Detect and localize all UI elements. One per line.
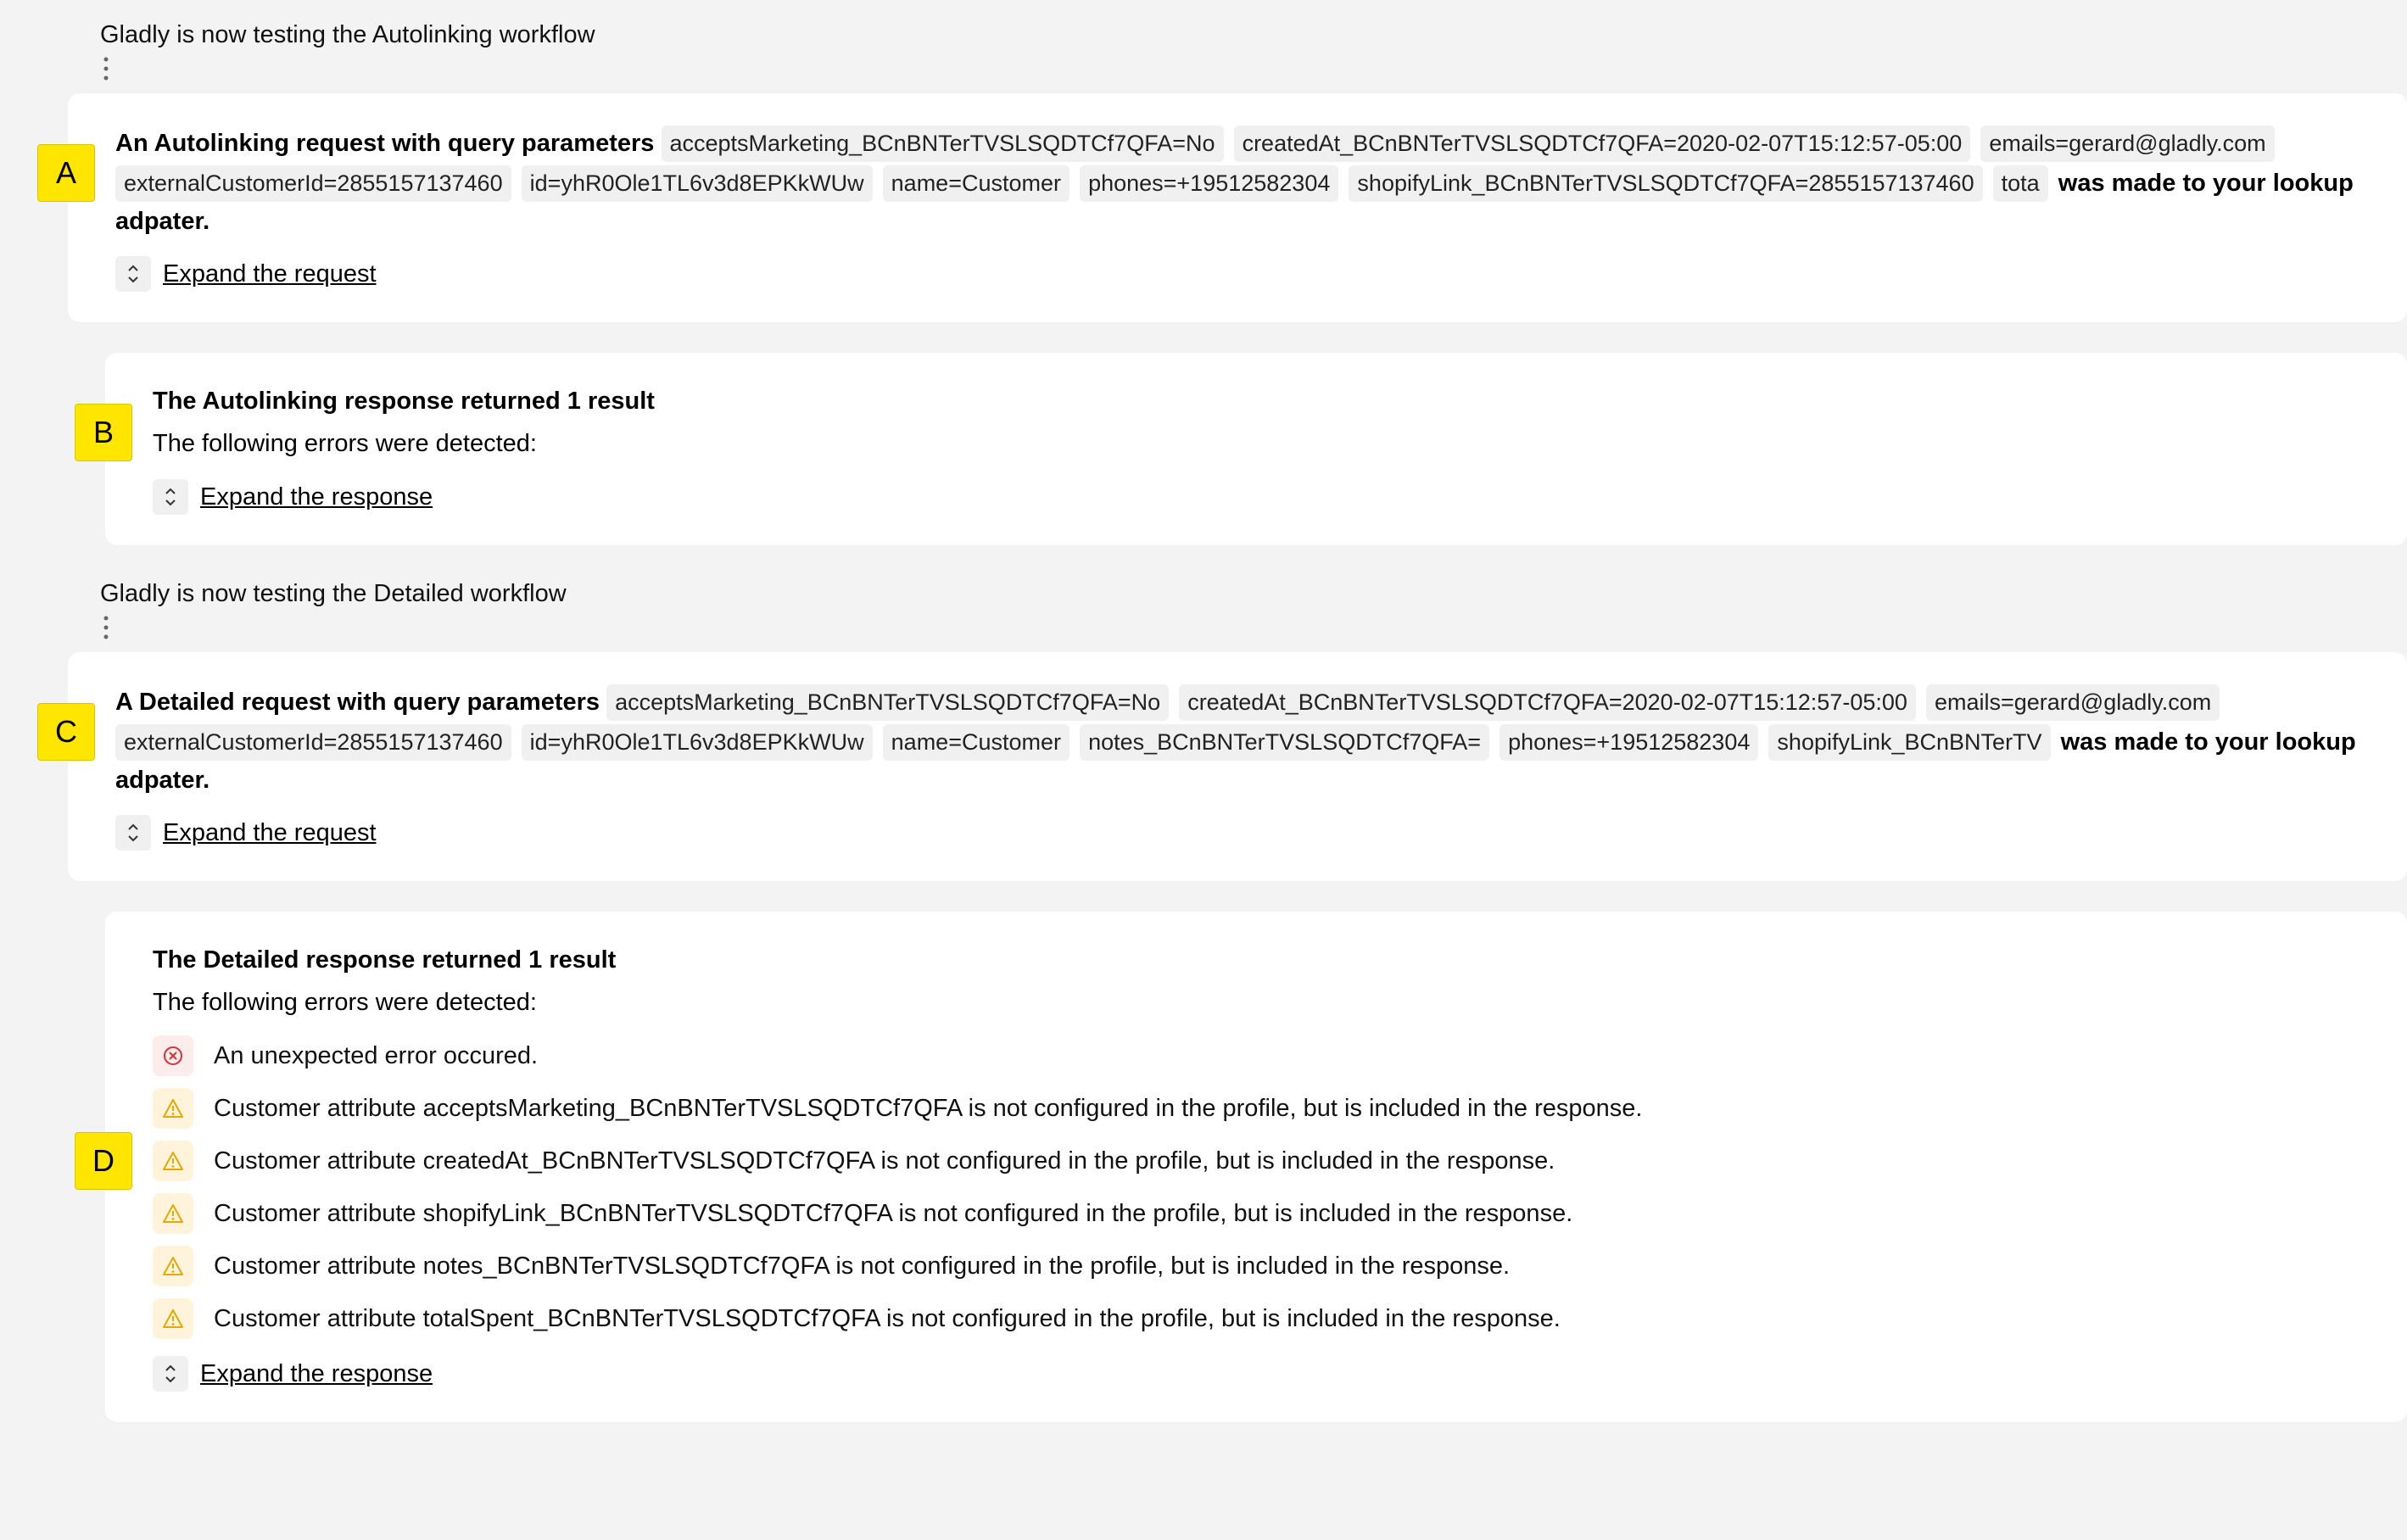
query-chip: externalCustomerId=2855157137460 xyxy=(115,165,511,202)
detailed-request-card: A Detailed request with query parameters… xyxy=(68,652,2407,881)
response-sub: The following errors were detected: xyxy=(153,426,2368,461)
expand-toggle-icon[interactable] xyxy=(153,479,188,515)
query-chip: name=Customer xyxy=(883,165,1069,202)
expand-response-link[interactable]: Expand the response xyxy=(200,1356,433,1392)
autolink-request-card: An Autolinking request with query parame… xyxy=(68,93,2407,322)
response-sub: The following errors were detected: xyxy=(153,985,2368,1020)
more-dots-icon xyxy=(17,615,2407,640)
query-chip: notes_BCnBNTerTVSLSQDTCf7QFA= xyxy=(1080,724,1489,761)
warning-icon xyxy=(153,1088,193,1129)
query-chip: acceptsMarketing_BCnBNTerTVSLSQDTCf7QFA=… xyxy=(606,684,1169,721)
error-message: Customer attribute createdAt_BCnBNTerTVS… xyxy=(214,1143,1555,1179)
error-message: Customer attribute acceptsMarketing_BCnB… xyxy=(214,1091,1642,1126)
error-message: Customer attribute notes_BCnBNTerTVSLSQD… xyxy=(214,1248,1510,1284)
detailed-response-card: The Detailed response returned 1 result … xyxy=(105,912,2407,1422)
query-chip: createdAt_BCnBNTerTVSLSQDTCf7QFA=2020-02… xyxy=(1179,684,1916,721)
error-item: An unexpected error occured. xyxy=(153,1035,2368,1076)
query-chip: phones=+19512582304 xyxy=(1499,724,1758,761)
query-chip: id=yhR0Ole1TL6v3d8EPKkWUw xyxy=(522,165,873,202)
error-item: Customer attribute notes_BCnBNTerTVSLSQD… xyxy=(153,1246,2368,1286)
query-chip: acceptsMarketing_BCnBNTerTVSLSQDTCf7QFA=… xyxy=(662,126,1224,162)
response-title: The Detailed response returned 1 result xyxy=(153,942,2368,978)
badge-c: C xyxy=(37,703,95,761)
query-chip: shopifyLink_BCnBNTerTVSLSQDTCf7QFA=28551… xyxy=(1349,165,1982,202)
section-autolinking-label: Gladly is now testing the Autolinking wo… xyxy=(17,17,2407,56)
error-item: Customer attribute acceptsMarketing_BCnB… xyxy=(153,1088,2368,1129)
query-chip: emails=gerard@gladly.com xyxy=(1926,684,2220,721)
error-icon xyxy=(153,1035,193,1076)
query-chip: emails=gerard@gladly.com xyxy=(1980,126,2274,162)
error-item: Customer attribute createdAt_BCnBNTerTVS… xyxy=(153,1141,2368,1181)
expand-toggle-icon[interactable] xyxy=(115,256,151,292)
query-chip: externalCustomerId=2855157137460 xyxy=(115,724,511,761)
error-message: Customer attribute totalSpent_BCnBNTerTV… xyxy=(214,1301,1561,1336)
error-item: Customer attribute totalSpent_BCnBNTerTV… xyxy=(153,1298,2368,1339)
warning-icon xyxy=(153,1298,193,1339)
warning-icon xyxy=(153,1193,193,1234)
request-line: A Detailed request with query parameters… xyxy=(115,683,2368,798)
autolink-response-card: The Autolinking response returned 1 resu… xyxy=(105,353,2407,544)
error-message: Customer attribute shopifyLink_BCnBNTerT… xyxy=(214,1196,1572,1231)
more-dots-icon xyxy=(17,56,2407,81)
query-chip: id=yhR0Ole1TL6v3d8EPKkWUw xyxy=(522,724,873,761)
badge-b: B xyxy=(75,404,132,461)
badge-d: D xyxy=(75,1132,132,1190)
query-chip: phones=+19512582304 xyxy=(1080,165,1338,202)
query-chip: tota xyxy=(1993,165,2048,202)
expand-request-link[interactable]: Expand the request xyxy=(163,256,377,292)
expand-response-link[interactable]: Expand the response xyxy=(200,479,433,515)
error-item: Customer attribute shopifyLink_BCnBNTerT… xyxy=(153,1193,2368,1234)
request-lead: A Detailed request with query parameters xyxy=(115,689,600,716)
query-chip: name=Customer xyxy=(883,724,1069,761)
expand-toggle-icon[interactable] xyxy=(153,1356,188,1392)
request-line: An Autolinking request with query parame… xyxy=(115,124,2368,239)
request-lead: An Autolinking request with query parame… xyxy=(115,130,654,157)
error-list: An unexpected error occured. Customer att… xyxy=(153,1035,2368,1339)
expand-request-link[interactable]: Expand the request xyxy=(163,815,377,851)
expand-toggle-icon[interactable] xyxy=(115,815,151,851)
warning-icon xyxy=(153,1246,193,1286)
response-title: The Autolinking response returned 1 resu… xyxy=(153,383,2368,419)
query-chip: shopifyLink_BCnBNTerTV xyxy=(1768,724,2050,761)
section-detailed-label: Gladly is now testing the Detailed workf… xyxy=(17,576,2407,615)
error-message: An unexpected error occured. xyxy=(214,1038,538,1074)
badge-a: A xyxy=(37,144,95,202)
warning-icon xyxy=(153,1141,193,1181)
query-chip: createdAt_BCnBNTerTVSLSQDTCf7QFA=2020-02… xyxy=(1234,126,1971,162)
